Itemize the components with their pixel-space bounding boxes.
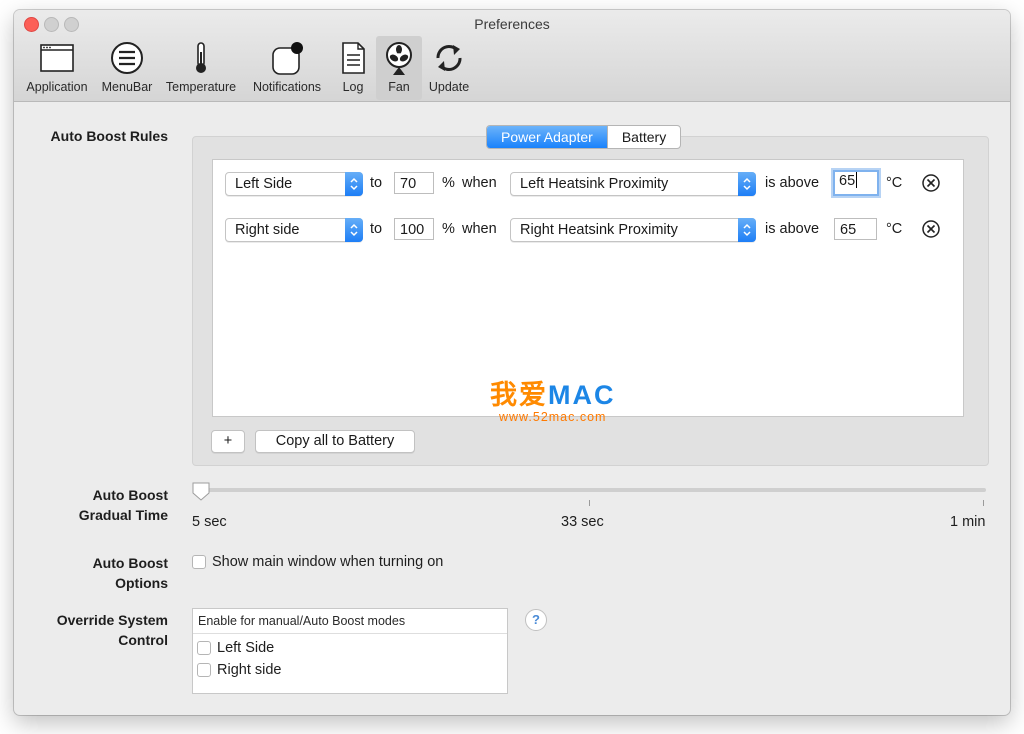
show-main-window-checkbox[interactable] — [192, 555, 206, 569]
rule-2-side-popup[interactable]: Right side — [225, 218, 363, 242]
toolbar-item-fan[interactable]: Fan — [376, 36, 422, 100]
toolbar-label-application: Application — [26, 80, 88, 94]
rule-1-side-value: Left Side — [235, 176, 293, 192]
gradual-time-slider-track[interactable] — [198, 488, 986, 492]
gradual-time-max-label: 1 min — [950, 514, 986, 530]
options-label-line2: Options — [115, 575, 168, 591]
toolbar-item-log[interactable]: Log — [332, 36, 374, 100]
rule-1-delete-icon[interactable] — [922, 174, 940, 192]
rule-2-sensor-value: Right Heatsink Proximity — [520, 222, 678, 238]
options-label: Auto Boost Options — [20, 553, 168, 593]
gradual-time-slider-knob[interactable] — [191, 481, 211, 501]
rule-1-is-above-text: is above — [765, 175, 820, 191]
rule-2-percent-field[interactable]: 100 — [394, 218, 434, 240]
override-label-line1: Override System — [56, 612, 168, 628]
toolbar-label-menubar: MenuBar — [101, 80, 153, 94]
popup-arrows-icon — [738, 172, 756, 196]
rule-2-side-value: Right side — [235, 222, 300, 238]
notification-badge-icon — [272, 42, 303, 75]
log-document-icon — [342, 42, 365, 74]
override-list: Enable for manual/Auto Boost modes Left … — [192, 608, 508, 694]
rule-2-to-text: to — [370, 221, 383, 237]
override-label: Override System Control — [20, 610, 168, 650]
override-label-line2: Control — [118, 632, 168, 648]
gradual-time-label: Auto Boost Gradual Time — [20, 485, 168, 525]
override-list-header: Enable for manual/Auto Boost modes — [193, 609, 507, 634]
rule-1-percent-field[interactable]: 70 — [394, 172, 434, 194]
fan-icon — [386, 42, 412, 75]
gradual-time-label-line1: Auto Boost — [92, 487, 168, 503]
application-window-icon — [40, 44, 74, 72]
copy-all-to-battery-button[interactable]: Copy all to Battery — [255, 430, 415, 453]
toolbar-item-application[interactable]: Application — [20, 36, 94, 100]
gradual-time-mid-label: 33 sec — [561, 514, 604, 530]
sync-arrows-icon — [436, 45, 462, 71]
auto-boost-rules-label: Auto Boost Rules — [50, 128, 168, 144]
slider-tick-mid — [589, 500, 590, 506]
tab-battery[interactable]: Battery — [606, 126, 680, 148]
text-caret — [856, 172, 858, 188]
rule-2-when-text: when — [462, 221, 497, 237]
show-main-window-label: Show main window when turning on — [212, 554, 444, 570]
toolbar-label-fan: Fan — [388, 80, 410, 94]
rule-1-percent-sign: % — [442, 175, 455, 191]
rule-2-percent-sign: % — [442, 221, 455, 237]
rule-1-unit: °C — [886, 175, 903, 191]
toolbar-item-menubar[interactable]: MenuBar — [96, 36, 158, 100]
toolbar-label-notifications: Notifications — [252, 80, 322, 94]
watermark-url: www.52mac.com — [499, 410, 607, 424]
toolbar-item-update[interactable]: Update — [424, 36, 474, 100]
popup-arrows-icon — [738, 218, 756, 242]
titlebar: Preferences Application MenuBar Temperat… — [14, 10, 1010, 102]
window-title: Preferences — [474, 16, 550, 32]
add-rule-button[interactable]: + — [211, 430, 245, 453]
override-right-side-label: Right side — [217, 662, 282, 678]
rule-2-threshold-field[interactable]: 65 — [834, 218, 877, 240]
toolbar-item-temperature[interactable]: Temperature — [160, 36, 242, 100]
watermark-logo: 我爱MAC www.52mac.com — [490, 380, 616, 424]
gradual-time-min-label: 5 sec — [192, 514, 227, 530]
rule-1-threshold-value: 65 — [839, 173, 856, 189]
popup-arrows-icon — [345, 218, 363, 242]
toolbar-label-update: Update — [428, 80, 470, 94]
rule-1-sensor-popup[interactable]: Left Heatsink Proximity — [510, 172, 756, 196]
override-right-side-checkbox[interactable] — [197, 663, 211, 677]
toolbar-item-notifications[interactable]: Notifications — [244, 36, 330, 100]
menubar-list-icon — [111, 42, 143, 74]
thermometer-icon — [196, 42, 206, 73]
rule-1-side-popup[interactable]: Left Side — [225, 172, 363, 196]
popup-arrows-icon — [345, 172, 363, 196]
override-left-side-checkbox[interactable] — [197, 641, 211, 655]
help-button[interactable]: ? — [525, 609, 547, 631]
rule-1-to-text: to — [370, 175, 383, 191]
toolbar-label-log: Log — [342, 80, 364, 94]
rule-2-is-above-text: is above — [765, 221, 820, 237]
tab-power-adapter[interactable]: Power Adapter — [487, 126, 607, 148]
watermark-cn: 我爱 — [490, 380, 548, 410]
override-left-side-label: Left Side — [217, 640, 275, 656]
rule-1-threshold-field[interactable]: 65 — [833, 170, 879, 196]
rule-2-delete-icon[interactable] — [922, 220, 940, 238]
slider-tick-max — [983, 500, 984, 506]
rules-list: Left Side to 70 % when Left Heatsink Pro… — [212, 159, 964, 417]
power-source-segmented-control: Power Adapter Battery — [486, 125, 682, 149]
rule-2-unit: °C — [886, 221, 903, 237]
rule-1-when-text: when — [462, 175, 497, 191]
toolbar-label-temperature: Temperature — [165, 80, 237, 94]
gradual-time-label-line2: Gradual Time — [78, 507, 168, 523]
rule-1-sensor-value: Left Heatsink Proximity — [520, 176, 669, 192]
watermark-en: MAC — [548, 380, 616, 410]
options-label-line1: Auto Boost — [92, 555, 168, 571]
rule-2-sensor-popup[interactable]: Right Heatsink Proximity — [510, 218, 756, 242]
